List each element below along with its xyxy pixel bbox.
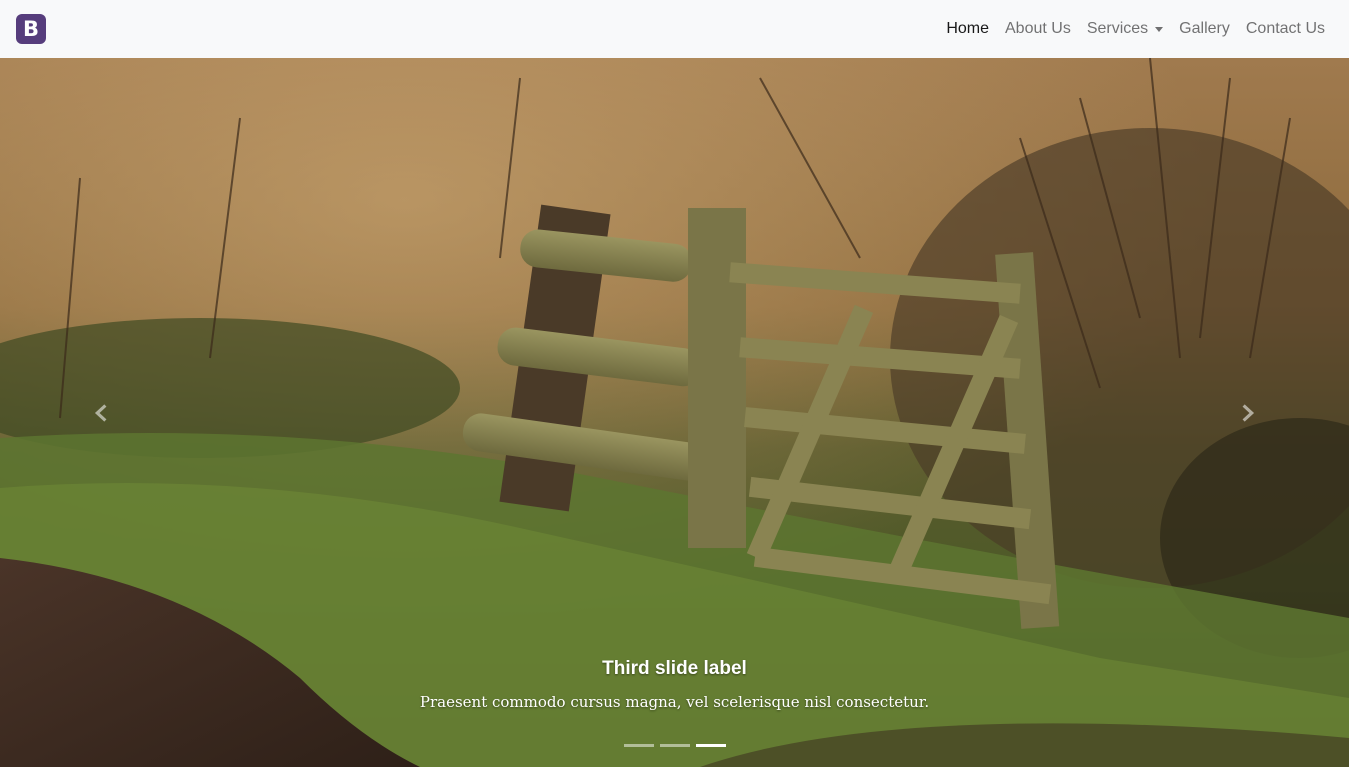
carousel-indicator-1[interactable] bbox=[623, 744, 654, 747]
nav-home[interactable]: Home bbox=[938, 0, 997, 58]
nav-contact-us[interactable]: Contact Us bbox=[1238, 0, 1333, 58]
carousel-indicator-3[interactable] bbox=[695, 744, 726, 747]
carousel-indicator-2[interactable] bbox=[659, 744, 690, 747]
hero-carousel: Third slide label Praesent commodo cursu… bbox=[0, 58, 1349, 767]
nav-gallery[interactable]: Gallery bbox=[1171, 0, 1238, 58]
carousel-indicators bbox=[0, 744, 1349, 747]
navbar: B Home About Us Services Gallery Contact… bbox=[0, 0, 1349, 58]
caret-down-icon bbox=[1155, 26, 1164, 32]
slide-caption: Third slide label Praesent commodo cursu… bbox=[202, 658, 1146, 711]
nav-about-us[interactable]: About Us bbox=[997, 0, 1079, 58]
chevron-left-icon bbox=[95, 403, 107, 422]
brand-logo[interactable]: B bbox=[16, 14, 46, 44]
carousel-prev-button[interactable] bbox=[0, 58, 202, 767]
chevron-right-icon bbox=[1242, 403, 1254, 422]
nav-services-label: Services bbox=[1086, 20, 1149, 37]
slide-caption-text: Praesent commodo cursus magna, vel scele… bbox=[419, 693, 930, 711]
carousel-next-button[interactable] bbox=[1147, 58, 1349, 767]
slide-caption-title: Third slide label bbox=[602, 658, 747, 679]
nav-links: Home About Us Services Gallery Contact U… bbox=[938, 0, 1333, 58]
nav-services-dropdown[interactable]: Services bbox=[1079, 0, 1171, 58]
